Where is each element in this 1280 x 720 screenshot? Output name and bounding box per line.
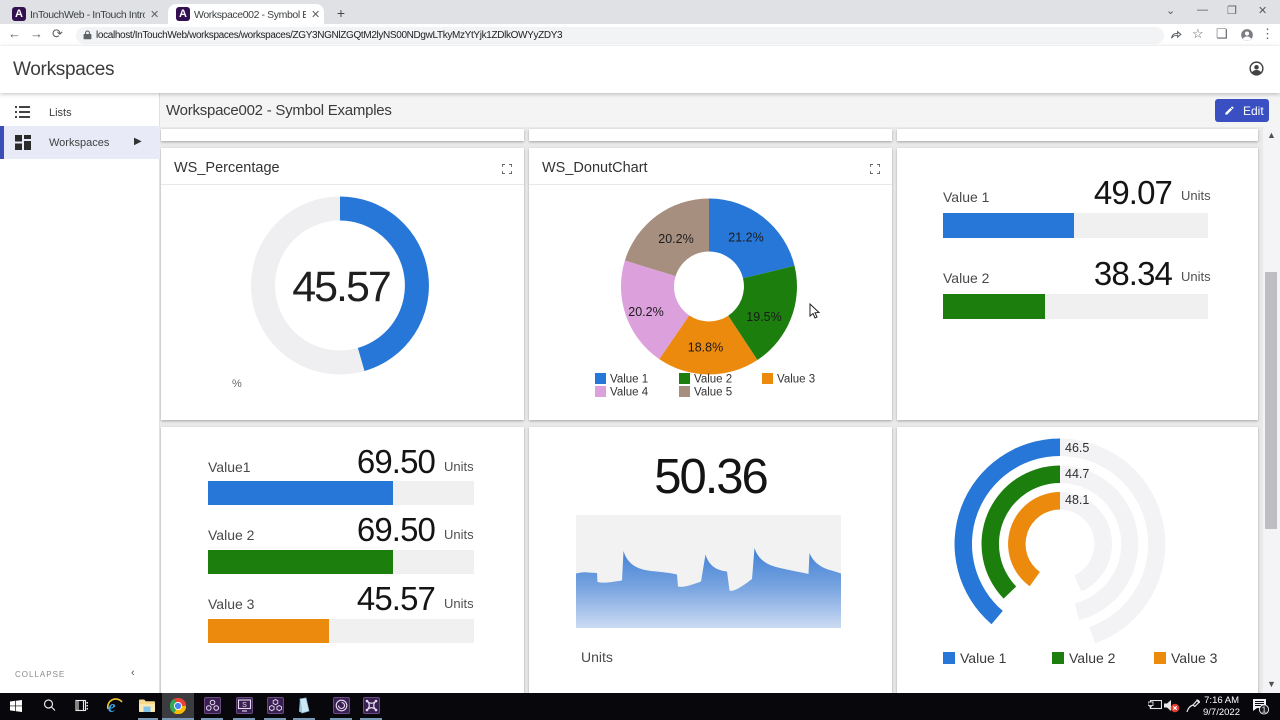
- svg-text:Value 4: Value 4: [610, 387, 649, 399]
- svg-text:Value 3: Value 3: [777, 374, 815, 386]
- svg-text:1: 1: [1262, 704, 1267, 714]
- svg-text:%: %: [232, 378, 242, 390]
- svg-text:Value 2: Value 2: [694, 374, 732, 386]
- svg-text:18.8%: 18.8%: [688, 341, 723, 355]
- svg-text:e: e: [108, 697, 116, 716]
- svg-text:44.7: 44.7: [1065, 467, 1089, 481]
- svg-text:48.1: 48.1: [1065, 493, 1089, 507]
- svg-text:45.57: 45.57: [292, 263, 390, 311]
- svg-text:Value 2: Value 2: [1069, 650, 1116, 666]
- svg-text:46.5: 46.5: [1065, 441, 1089, 455]
- svg-text:20.2%: 20.2%: [628, 305, 663, 319]
- svg-text:Value 5: Value 5: [694, 387, 732, 399]
- svg-text:Value 1: Value 1: [960, 650, 1007, 666]
- svg-text:21.2%: 21.2%: [728, 231, 763, 245]
- svg-text:20.2%: 20.2%: [658, 232, 693, 246]
- svg-text:Value 3: Value 3: [1171, 650, 1218, 666]
- svg-text:S: S: [242, 702, 247, 709]
- svg-text:Value 1: Value 1: [610, 374, 648, 386]
- svg-text:19.5%: 19.5%: [746, 310, 781, 324]
